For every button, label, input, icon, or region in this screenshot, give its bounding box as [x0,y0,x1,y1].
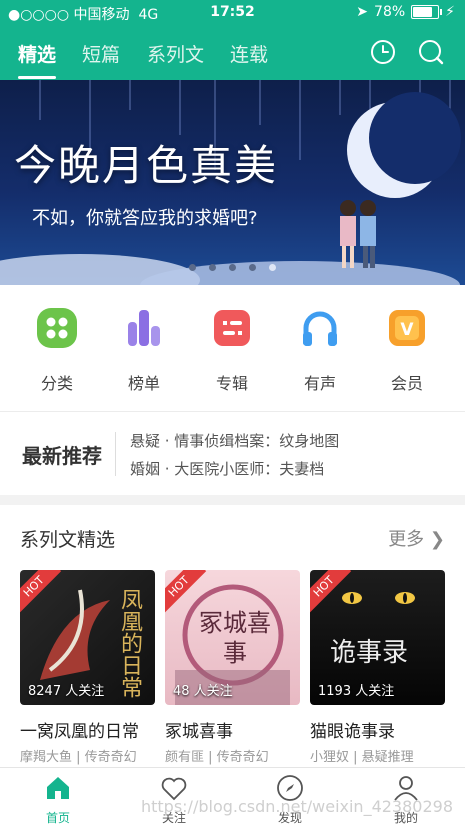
divider [115,432,116,476]
book-card[interactable]: 冢城喜事 HOT 48 人关注 冢城喜事 颜有匪 | 传奇奇幻 [165,570,300,765]
headphones-icon [303,311,337,346]
nav-label: 首页 [45,811,70,825]
bottom-navigation: 首页 关注 发现 我的 https://blog.csdn.net/weixin… [0,767,465,828]
battery-percent: 78% [374,4,406,20]
latest-recommend: 最新推荐 悬疑 · 情事侦缉档案：纹身地图 婚姻 · 大医院小医师：夫妻档 [0,412,465,494]
history-icon[interactable] [370,39,396,65]
recommend-item[interactable]: 悬疑 · 情事侦缉档案：纹身地图 [130,430,339,451]
recommend-heading: 最新推荐 [22,444,102,468]
carousel-dot[interactable] [249,264,257,271]
category-audio[interactable]: 有声 [280,308,360,394]
watermark: https://blog.csdn.net/weixin_42380298 [140,797,453,816]
home-icon [47,777,69,799]
section-gap [0,495,465,505]
book-meta: 摩羯大鱼 | 传奇奇幻 [20,750,137,765]
grid-icon [37,308,77,348]
carousel-dot-active[interactable] [269,264,277,271]
carousel-dot[interactable] [229,264,236,271]
status-bar: ●○○○○ 中国移动 4G 17:52 ➤ 78% ⚡ [0,0,465,26]
banner-subtitle: 不如，你就答应我的求婚吧? [32,208,258,229]
carousel-dot[interactable] [208,264,216,271]
category-rank[interactable]: 榜单 [104,308,184,394]
category-vip[interactable]: V 会员 [367,308,447,394]
category-label: 会员 [390,374,423,393]
location-icon: ➤ [356,4,369,20]
category-label: 分类 [40,374,73,393]
album-icon [214,310,250,346]
book-meta: 小狸奴 | 悬疑推理 [310,750,414,765]
series-heading: 系列文精选 [20,529,116,551]
follower-count: 1193 人关注 [318,684,395,699]
book-cover[interactable]: 凤凰的日常 HOT 8247 人关注 [20,570,155,705]
category-label: 有声 [303,374,336,393]
cover-title: 冢城喜事 [199,609,271,667]
recommend-item[interactable]: 婚姻 · 大医院小医师：夫妻档 [130,458,324,479]
category-album[interactable]: 专辑 [192,308,272,394]
banner-title: 今晚月色真美 [14,141,279,190]
book-card[interactable]: 诡事录 HOT 1193 人关注 猫眼诡事录 小狸奴 | 悬疑推理 [310,570,445,765]
carousel-indicator [0,256,465,275]
book-title[interactable]: 一窝凤凰的日常 [20,717,155,742]
tab-serial[interactable]: 连载 [230,40,268,67]
book-cover[interactable]: 冢城喜事 HOT 48 人关注 [165,570,300,705]
book-title[interactable]: 猫眼诡事录 [310,717,445,742]
cover-title: 凤凰的日常 [117,588,142,698]
tab-featured[interactable]: 精选 [18,40,57,79]
bar-chart-icon [128,310,160,346]
category-label: 专辑 [215,374,248,393]
top-navigation: 精选 短篇 系列文 连载 [0,26,465,80]
book-card[interactable]: 凤凰的日常 HOT 8247 人关注 一窝凤凰的日常 摩羯大鱼 | 传奇奇幻 [20,570,155,765]
tab-short[interactable]: 短篇 [82,40,120,67]
category-classify[interactable]: 分类 [17,308,97,394]
battery-icon [411,5,443,19]
follower-count: 48 人关注 [173,684,233,699]
tab-series[interactable]: 系列文 [147,40,204,67]
category-grid: 分类 榜单 专辑 有声 V 会员 [0,286,465,410]
cover-title: 诡事录 [330,638,409,668]
svg-text:V: V [400,320,414,340]
book-meta: 颜有匪 | 传奇奇幻 [165,750,269,765]
nav-home[interactable]: 首页 [18,774,98,826]
more-link[interactable]: 更多 ❯ [388,525,445,551]
vip-icon: V [389,310,425,346]
category-label: 榜单 [127,374,160,393]
carousel-dot[interactable] [188,264,196,271]
book-cover[interactable]: 诡事录 HOT 1193 人关注 [310,570,445,705]
follower-count: 8247 人关注 [28,684,105,699]
charging-icon: ⚡ [445,4,455,20]
status-right: ➤ 78% ⚡ [356,4,455,20]
search-icon[interactable] [418,39,444,65]
banner-carousel[interactable]: 今晚月色真美 不如，你就答应我的求婚吧? [0,80,465,285]
book-title[interactable]: 冢城喜事 [165,717,300,742]
